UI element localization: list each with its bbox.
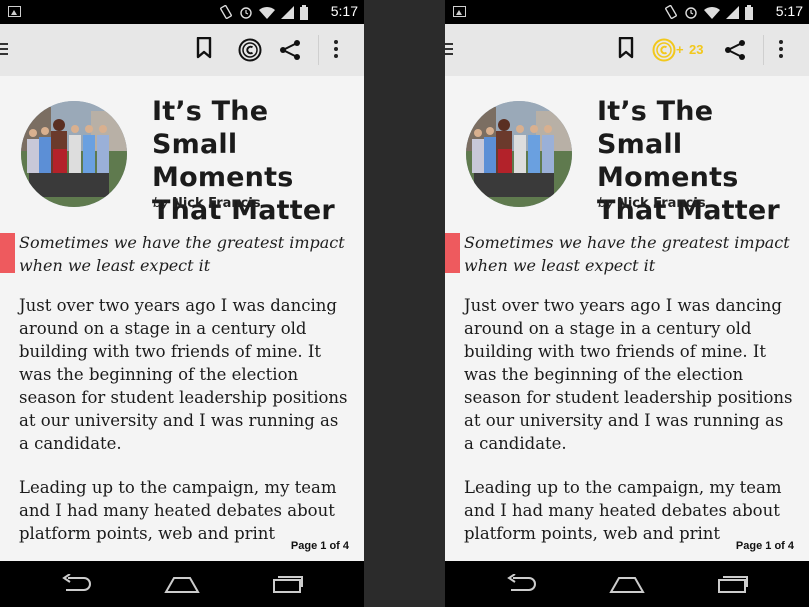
status-bar: 5:17 [0,0,364,24]
more-icon[interactable] [333,40,339,60]
author-name[interactable]: Nick Francis [172,196,261,211]
home-icon[interactable] [164,574,200,594]
wifi-icon [259,6,275,19]
alarm-icon [240,7,252,19]
system-nav-bar [445,561,809,607]
back-icon[interactable] [60,574,92,594]
menu-icon[interactable] [445,43,453,56]
signal-icon [281,5,294,19]
back-icon[interactable] [505,574,537,594]
appbar-divider [763,35,764,65]
article-paragraph: Leading up to the campaign, my team and … [19,478,337,543]
article-paragraph: Just over two years ago I was dancing ar… [19,296,348,453]
share-icon[interactable] [278,38,302,62]
quote-accent-bar [0,233,15,273]
recent-apps-icon[interactable] [272,574,304,594]
author-avatar [466,101,572,207]
menu-icon[interactable] [0,43,8,56]
vibrate-icon [665,5,677,19]
system-nav-bar [0,561,364,607]
quote-accent-bar [445,233,460,273]
byline-prefix: by [153,196,169,211]
article-paragraph: Just over two years ago I was dancing ar… [464,296,793,453]
battery-icon [300,4,308,20]
gallery-icon [8,6,21,17]
status-time: 5:17 [330,3,358,19]
app-bar: + 23 [445,24,809,76]
coin-count-badge: 23 [689,42,704,57]
bookmark-icon[interactable] [618,37,634,59]
appbar-divider [318,35,319,65]
status-bar: 5:17 [445,0,809,24]
status-icons [664,4,753,20]
author-name[interactable]: Nick Francis [617,196,706,211]
signal-icon [726,5,739,19]
coin-icon[interactable] [238,38,262,62]
author-avatar [21,101,127,207]
article-paragraph: Leading up to the campaign, my team and … [464,478,782,543]
coin-icon[interactable] [652,38,676,62]
app-bar [0,24,364,76]
vibrate-icon [220,5,232,19]
more-icon[interactable] [778,40,784,60]
alarm-icon [685,7,697,19]
byline: by Nick Francis [598,196,706,211]
wifi-icon [704,6,720,19]
article-deck: Sometimes we have the greatest impact wh… [464,233,790,275]
phone-screen-before: 5:17 It’s The Small Moments That Matter … [0,0,364,607]
status-icons [219,4,308,20]
byline-prefix: by [598,196,614,211]
gallery-icon [453,6,466,17]
status-time: 5:17 [775,3,803,19]
byline: by Nick Francis [153,196,261,211]
bookmark-icon[interactable] [196,37,212,59]
phone-screen-after: 5:17 + 23 It’s The Small Moments That Ma… [445,0,809,607]
coin-plus-sign: + [676,42,684,57]
page-indicator: Page 1 of 4 [729,540,794,552]
page-indicator: Page 1 of 4 [284,540,349,552]
share-icon[interactable] [723,38,747,62]
home-icon[interactable] [609,574,645,594]
battery-icon [745,4,753,20]
article-deck: Sometimes we have the greatest impact wh… [19,233,345,275]
recent-apps-icon[interactable] [717,574,749,594]
